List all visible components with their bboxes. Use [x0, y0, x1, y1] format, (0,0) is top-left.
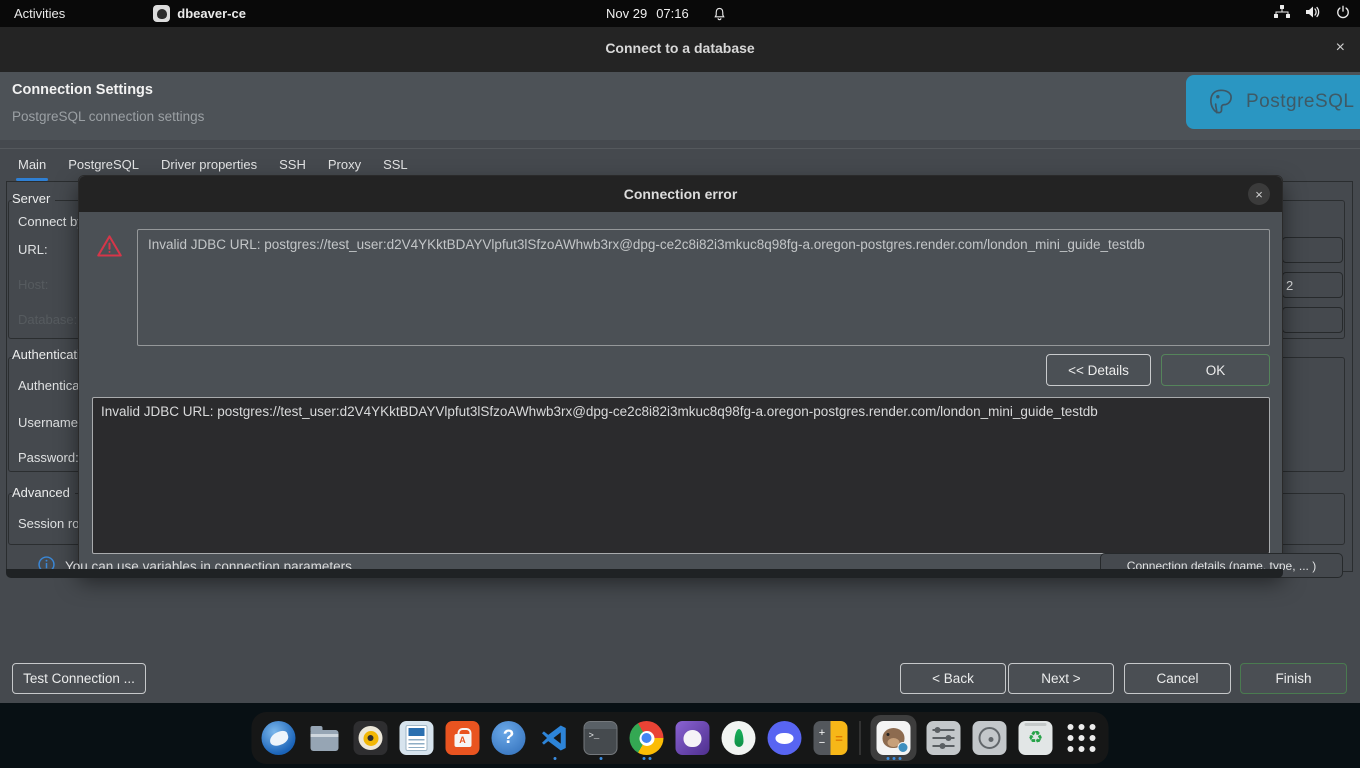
window-title: Connect to a database: [0, 40, 1360, 56]
error-details-text[interactable]: Invalid JDBC URL: postgres://test_user:d…: [92, 397, 1270, 554]
network-icon: [1274, 5, 1290, 22]
writer-icon: [400, 721, 434, 755]
page-subtitle: PostgreSQL connection settings: [12, 109, 204, 124]
port-value: 2: [1283, 278, 1293, 293]
host-label: Host:: [18, 277, 48, 292]
dock-discord[interactable]: [766, 715, 804, 761]
url-field-fragment[interactable]: [1282, 237, 1343, 263]
running-dots: [871, 757, 917, 760]
dock-rhythmbox[interactable]: [352, 715, 390, 761]
rhythmbox-icon: [354, 721, 388, 755]
running-dots: [628, 757, 666, 760]
dock-settings[interactable]: [925, 715, 963, 761]
power-icon: [1336, 5, 1350, 22]
dock-dbeaver[interactable]: [871, 715, 917, 761]
dock-terminal[interactable]: >_: [582, 715, 620, 761]
port-field-fragment[interactable]: 2: [1282, 272, 1343, 298]
time-label: 07:16: [656, 6, 689, 21]
cancel-button[interactable]: Cancel: [1124, 663, 1231, 694]
database-label: Database:: [18, 312, 77, 327]
window-close-button[interactable]: ×: [1336, 39, 1345, 57]
dock-disks[interactable]: [971, 715, 1009, 761]
connection-error-dialog: Connection error × Invalid JDBC URL: pos…: [78, 175, 1283, 572]
postgresql-logo: PostgreSQL: [1186, 75, 1360, 129]
dock-chrome[interactable]: [628, 715, 666, 761]
chrome-icon: [630, 721, 664, 755]
github-icon: [676, 721, 710, 755]
page-title: Connection Settings: [12, 82, 153, 98]
url-label: URL:: [18, 242, 48, 257]
dbeaver-icon: [877, 721, 911, 755]
dock-github-desktop[interactable]: [674, 715, 712, 761]
dock-help[interactable]: ?: [490, 715, 528, 761]
app-menu[interactable]: dbeaver-ce: [139, 0, 260, 27]
test-connection-button[interactable]: Test Connection ...: [12, 663, 146, 694]
dialog-bottom-shadow: [6, 569, 1283, 578]
software-icon: A: [446, 721, 480, 755]
volume-icon: [1305, 5, 1321, 22]
dock-separator: [860, 721, 861, 755]
activities-button[interactable]: Activities: [0, 0, 79, 27]
advanced-group-label: Advanced: [12, 485, 75, 500]
postgres-elephant-icon: [1204, 85, 1238, 119]
error-dialog-title: Connection error: [79, 186, 1282, 202]
finish-button[interactable]: Finish: [1240, 663, 1347, 694]
wizard-header: Connection Settings PostgreSQL connectio…: [0, 72, 1360, 140]
discord-icon: [768, 721, 802, 755]
dock-vscode[interactable]: [536, 715, 574, 761]
bell-icon: [712, 6, 727, 22]
calculator-icon: +− =: [814, 721, 848, 755]
dock-libreoffice-writer[interactable]: [398, 715, 436, 761]
dock-files[interactable]: [306, 715, 344, 761]
disks-icon: [973, 721, 1007, 755]
window-titlebar: Connect to a database ×: [0, 27, 1360, 72]
postgres-logo-text: PostgreSQL: [1246, 91, 1355, 113]
details-toggle-button[interactable]: << Details: [1046, 354, 1151, 386]
dock-ubuntu-software[interactable]: A: [444, 715, 482, 761]
error-dialog-close-button[interactable]: ×: [1248, 183, 1270, 205]
date-label: Nov 29: [606, 6, 647, 21]
dock-mongodb-compass[interactable]: [720, 715, 758, 761]
database-field-fragment[interactable]: [1282, 307, 1343, 333]
dock-calculator[interactable]: +− =: [812, 715, 850, 761]
password-label: Password:: [18, 450, 79, 465]
running-dots: [536, 757, 574, 760]
help-icon: ?: [492, 721, 526, 755]
terminal-icon: >_: [584, 721, 618, 755]
dock-thunderbird[interactable]: [260, 715, 298, 761]
mongodb-icon: [722, 721, 756, 755]
app-menu-label: dbeaver-ce: [177, 6, 246, 21]
tab-main[interactable]: Main: [16, 153, 48, 181]
dock: A ? >_ +− =: [252, 712, 1109, 764]
top-bar: Activities dbeaver-ce Nov 29 07:16: [0, 0, 1360, 27]
running-dots: [582, 757, 620, 760]
next-button[interactable]: Next >: [1008, 663, 1114, 694]
vscode-icon: [538, 721, 572, 755]
trash-icon: ♻: [1019, 721, 1053, 755]
warning-icon: [96, 233, 123, 263]
app-grid-icon: [1065, 721, 1099, 755]
username-label: Username:: [18, 415, 82, 430]
settings-icon: [927, 721, 961, 755]
dbeaver-app-icon: [153, 5, 170, 22]
system-tray[interactable]: [1274, 0, 1350, 27]
error-dialog-titlebar: Connection error ×: [79, 176, 1282, 212]
error-message-box: Invalid JDBC URL: postgres://test_user:d…: [137, 229, 1270, 346]
clock-button[interactable]: Nov 29 07:16: [606, 0, 727, 27]
thunderbird-icon: [262, 721, 296, 755]
server-group-label: Server: [12, 191, 55, 206]
dock-trash[interactable]: ♻: [1017, 715, 1055, 761]
files-icon: [308, 721, 342, 755]
screen: Activities dbeaver-ce Nov 29 07:16: [0, 0, 1360, 768]
dock-app-grid[interactable]: [1063, 715, 1101, 761]
tabstrip-divider: [0, 148, 1360, 149]
ok-button[interactable]: OK: [1161, 354, 1270, 386]
connect-by-label: Connect by:: [18, 214, 87, 229]
back-button[interactable]: < Back: [900, 663, 1006, 694]
